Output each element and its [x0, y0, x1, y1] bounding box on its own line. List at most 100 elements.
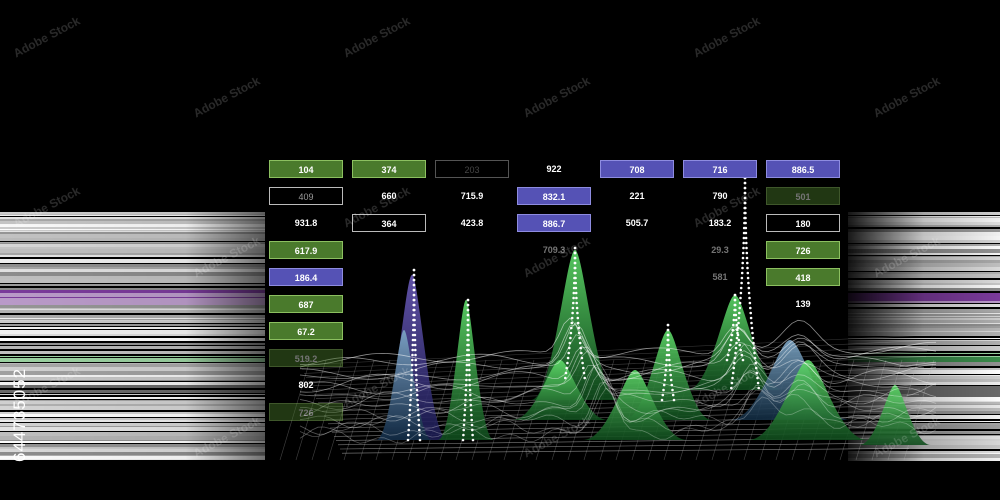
spike-dot: [469, 393, 472, 397]
spike-dot: [741, 358, 745, 362]
spike-dot: [734, 308, 737, 312]
spike-dot: [469, 408, 473, 412]
spike-dot: [408, 413, 411, 417]
spike-dot: [416, 398, 419, 402]
spike-dot: [468, 368, 471, 372]
stock-id: 644735052: [4, 262, 34, 462]
spike-dot: [672, 398, 676, 402]
spike-dot: [467, 343, 470, 347]
spike-dot: [409, 398, 412, 402]
data-cell: 716: [683, 160, 757, 178]
spike-dot: [735, 336, 739, 340]
spike-dot: [580, 356, 584, 360]
spike-dot: [412, 293, 416, 297]
spike-dot: [667, 343, 670, 347]
data-cell: 505.7: [625, 218, 649, 228]
spike-dot: [664, 368, 668, 372]
spike-dot: [465, 378, 468, 382]
spike-dot: [410, 363, 414, 367]
spike-dot: [409, 393, 413, 397]
spike-dot: [568, 341, 572, 345]
spike-dot: [575, 296, 578, 300]
spike-dot: [566, 361, 569, 365]
spike-dot: [668, 358, 671, 362]
spike-dot: [413, 333, 417, 337]
spike-dot: [464, 398, 467, 402]
spike-dot: [415, 383, 419, 387]
data-cell: 29.3: [711, 245, 729, 255]
spike-dot: [465, 368, 469, 372]
spike-dot: [737, 316, 741, 320]
spike-dot: [411, 358, 414, 362]
spike-dot: [418, 438, 422, 442]
spike-dot: [471, 428, 474, 432]
spike-dot: [465, 373, 468, 377]
spike-dot: [666, 328, 670, 332]
spike-dot: [464, 383, 468, 387]
spike-dot: [753, 351, 756, 355]
spike-dot: [735, 341, 738, 345]
spike-dot: [413, 313, 416, 317]
spike-dot: [413, 323, 416, 327]
spike-dot: [753, 356, 757, 360]
spike-dot: [466, 328, 470, 332]
spike-dot: [668, 368, 672, 372]
spike-dot: [734, 313, 738, 317]
spike-dot: [575, 306, 579, 310]
spike-dot: [752, 341, 755, 345]
spike-dot: [739, 286, 743, 290]
spike-dot: [412, 278, 416, 282]
spike-dot: [580, 351, 583, 355]
spike-dot: [463, 413, 466, 417]
spike-dot: [667, 348, 670, 352]
spike-dot: [574, 291, 578, 295]
spike-dot: [744, 206, 747, 210]
spike-dot: [733, 303, 737, 307]
data-cell: 931.8: [294, 218, 318, 228]
spike-dot: [750, 321, 753, 325]
spike-dot: [468, 383, 472, 387]
spike-dot: [464, 388, 468, 392]
spike-dot: [733, 293, 737, 297]
spike-dot: [570, 326, 573, 330]
spike-dot: [731, 328, 734, 332]
spike-dot: [734, 318, 738, 322]
spike-dot: [738, 306, 741, 310]
spike-dot: [582, 371, 586, 375]
spike-dot: [756, 381, 760, 385]
spike-dot: [411, 343, 415, 347]
spike-dot: [737, 321, 740, 325]
data-cell: 501: [766, 187, 840, 205]
spike-dot: [667, 353, 671, 357]
spike-dot: [751, 331, 754, 335]
spike-dot: [466, 323, 470, 327]
spike-dot: [666, 323, 670, 327]
spike-dot: [662, 383, 666, 387]
spike-dot: [564, 371, 568, 375]
spike-dot: [732, 323, 735, 327]
spike-dot: [470, 423, 474, 427]
spike-dot: [468, 378, 471, 382]
spike-dot: [411, 348, 415, 352]
spike-dot: [570, 321, 574, 325]
spike-dot: [414, 353, 417, 357]
spike-dot: [412, 288, 416, 292]
spike-dot: [467, 338, 470, 342]
spike-dot: [663, 378, 667, 382]
spike-dot: [750, 326, 754, 330]
spike-dot: [749, 306, 752, 310]
spike-dot: [665, 363, 668, 367]
spike-dot: [576, 321, 580, 325]
spike-dot: [565, 366, 568, 370]
spike-dot: [416, 403, 420, 407]
spike-dot: [408, 403, 412, 407]
spike-dot: [407, 428, 411, 432]
spike-dot: [466, 313, 470, 317]
spike-dot: [414, 368, 418, 372]
spike-dot: [572, 301, 575, 305]
spike-dot: [466, 308, 470, 312]
data-cell: 67.2: [269, 322, 343, 340]
spike-dot: [578, 341, 582, 345]
spike-dot: [574, 276, 577, 280]
spike-dot: [743, 181, 747, 185]
